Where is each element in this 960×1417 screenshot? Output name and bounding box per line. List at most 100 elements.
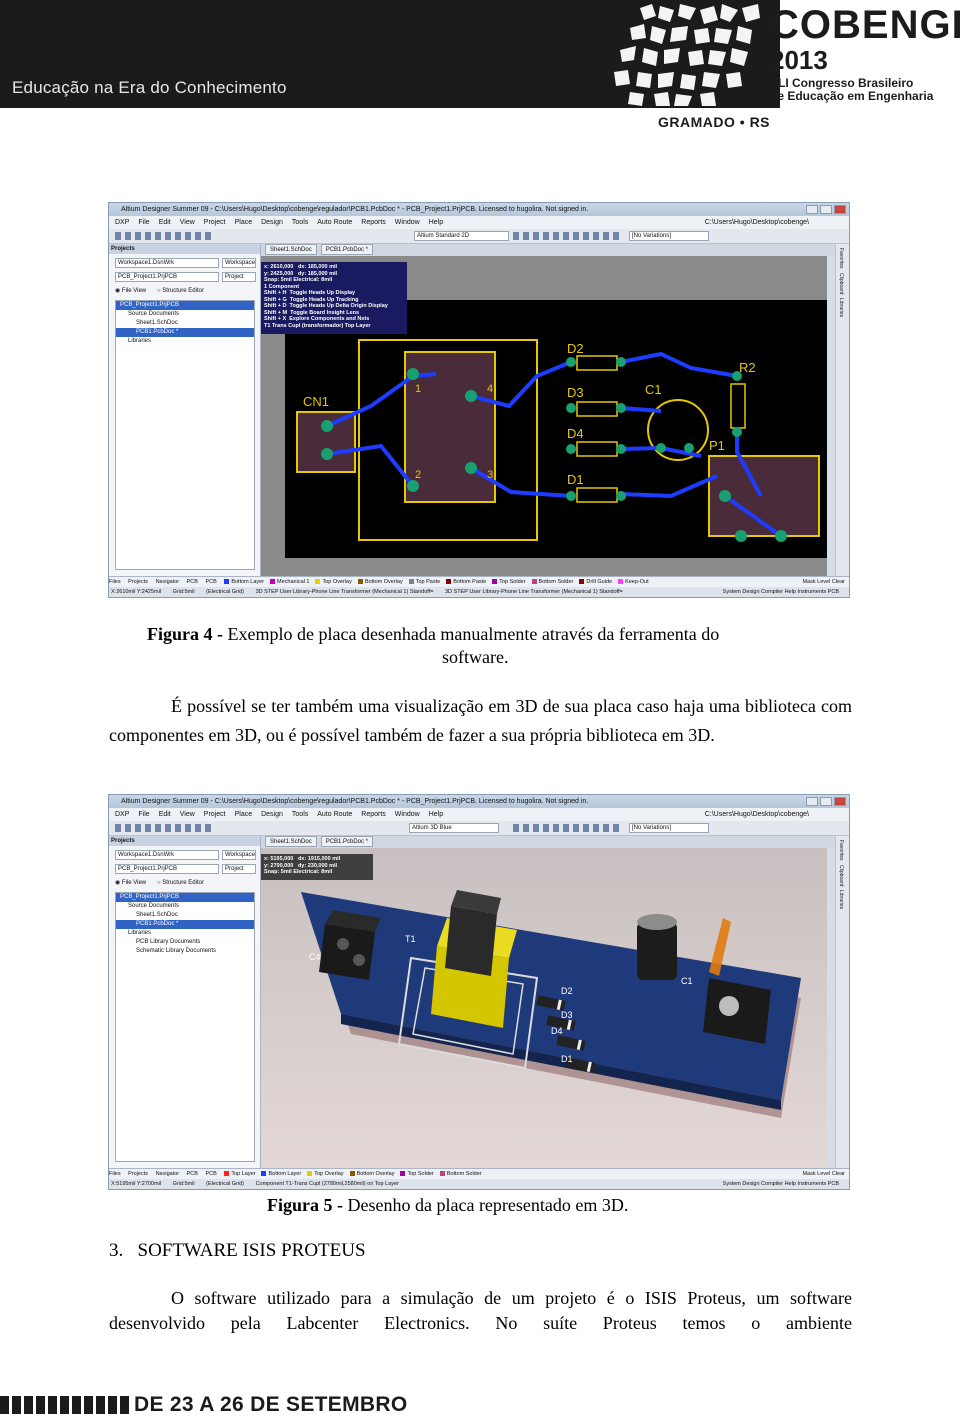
panel-tab-pcb-2[interactable]: PCB bbox=[205, 577, 216, 587]
menu-project[interactable]: Project bbox=[204, 216, 226, 229]
tree-item-source-documents[interactable]: Source Documents bbox=[116, 310, 254, 319]
minimize-button-3d[interactable] bbox=[806, 797, 818, 806]
view-config-combo[interactable]: Altium Standard 2D bbox=[414, 231, 509, 241]
project-button[interactable]: Project bbox=[222, 272, 256, 282]
project-button-3d[interactable]: Project bbox=[222, 864, 256, 874]
pcb-3d-canvas[interactable]: T1 C4 D2 D3 D4 D1 C1 x: 5195,000 dx: 191… bbox=[261, 848, 827, 1168]
close-button[interactable] bbox=[834, 205, 846, 214]
menu-window-3d[interactable]: Window bbox=[395, 808, 420, 821]
menu-view-3d[interactable]: View bbox=[180, 808, 195, 821]
tree-item-sheet1[interactable]: Sheet1.SchDoc bbox=[116, 319, 254, 328]
panel-tab-pcb-2-3d[interactable]: PCB bbox=[205, 1169, 216, 1179]
tree-item-sheet1-3d[interactable]: Sheet1.SchDoc bbox=[116, 911, 254, 920]
menu-auto-route[interactable]: Auto Route bbox=[317, 216, 352, 229]
tree-item-libraries-3d[interactable]: Libraries bbox=[116, 929, 254, 938]
menu-place-3d[interactable]: Place bbox=[235, 808, 253, 821]
tree-item-schematic-library-documents[interactable]: Schematic Library Documents bbox=[116, 947, 254, 956]
variations-combo-3d[interactable]: [No Variations] bbox=[629, 823, 709, 833]
workspace-button[interactable]: Workspace bbox=[222, 258, 256, 268]
maximize-button[interactable] bbox=[820, 205, 832, 214]
menu-reports[interactable]: Reports bbox=[361, 216, 386, 229]
path-field[interactable]: C:\Users\Hugo\Desktop\cobenge\ bbox=[705, 216, 809, 229]
tree-item-pcb1-3d[interactable]: PCB1.PcbDoc * bbox=[116, 920, 254, 929]
tree-item-pcb1[interactable]: PCB1.PcbDoc * bbox=[116, 328, 254, 337]
menu-project-3d[interactable]: Project bbox=[204, 808, 226, 821]
layer-tab-8[interactable]: Drill Guide bbox=[579, 577, 612, 587]
tree-item-libraries[interactable]: Libraries bbox=[116, 337, 254, 346]
status-panels-3d[interactable]: System Design Compiler Help Instruments … bbox=[723, 1179, 839, 1189]
layer-tab-3[interactable]: Bottom Overlay bbox=[357, 577, 403, 587]
mask-level-controls-3d[interactable]: Mask Level Clear bbox=[803, 1169, 846, 1179]
file-view-radio-3d[interactable]: ◉ File View bbox=[115, 878, 146, 889]
panel-tab-projects-3d[interactable]: Projects bbox=[128, 1169, 148, 1179]
layer-tab-5[interactable]: Bottom Paste bbox=[446, 577, 486, 587]
tab-pcb1-3d[interactable]: PCB1.PcbDoc * bbox=[320, 836, 374, 847]
tree-item-project-3d[interactable]: PCB_Project1.PrjPCB bbox=[116, 893, 254, 902]
toolbar-buttons-right-3d[interactable] bbox=[513, 824, 623, 832]
panel-tab-pcb[interactable]: PCB bbox=[187, 577, 198, 587]
layer-tab-0[interactable]: Bottom Layer bbox=[224, 577, 264, 587]
layer-tab-1[interactable]: Mechanical 1 bbox=[270, 577, 309, 587]
pcb-2d-canvas[interactable]: CN1 D2 D3 D4 D1 C1 R2 P1 1 2 3 4 x: 2610… bbox=[261, 256, 827, 576]
panel-tab-projects[interactable]: Projects bbox=[128, 577, 148, 587]
toolbar-buttons-left-3d[interactable] bbox=[115, 824, 215, 832]
menu-auto-route-3d[interactable]: Auto Route bbox=[317, 808, 352, 821]
tree-item-pcb-library-documents[interactable]: PCB Library Documents bbox=[116, 938, 254, 947]
layer-tab-2[interactable]: Top Overlay bbox=[315, 577, 352, 587]
menu-help[interactable]: Help bbox=[429, 216, 443, 229]
menu-design[interactable]: Design bbox=[261, 216, 283, 229]
workspace-combo-3d[interactable]: Workspace1.DsnWrk bbox=[115, 850, 219, 860]
panel-tab-navigator-3d[interactable]: Navigator bbox=[156, 1169, 180, 1179]
panel-tab-files-3d[interactable]: Files bbox=[109, 1169, 121, 1179]
toolbar-buttons-right[interactable] bbox=[513, 232, 623, 240]
layer-3d-tab-3[interactable]: Bottom Overlay bbox=[349, 1169, 394, 1179]
toolbar-buttons-left[interactable] bbox=[115, 232, 215, 240]
tab-pcb1[interactable]: PCB1.PcbDoc * bbox=[320, 244, 374, 255]
rail-favorites-3d[interactable]: Favorites bbox=[838, 840, 844, 861]
layer-tab-7[interactable]: Bottom Solder bbox=[531, 577, 573, 587]
structure-editor-radio[interactable]: ○ Structure Editor bbox=[157, 286, 204, 297]
layer-3d-tab-0[interactable]: Top Layer bbox=[224, 1169, 255, 1179]
menu-dxp-3d[interactable]: DXP bbox=[115, 808, 129, 821]
menu-place[interactable]: Place bbox=[235, 216, 253, 229]
rail-favorites[interactable]: Favorites bbox=[838, 248, 844, 269]
menu-view[interactable]: View bbox=[180, 216, 195, 229]
rail-clipboard-3d[interactable]: Clipboard bbox=[838, 865, 844, 886]
layer-tab-9[interactable]: Keep-Out bbox=[618, 577, 649, 587]
menu-tools-3d[interactable]: Tools bbox=[292, 808, 308, 821]
tree-item-source-documents-3d[interactable]: Source Documents bbox=[116, 902, 254, 911]
menu-tools[interactable]: Tools bbox=[292, 216, 308, 229]
file-view-radio[interactable]: ◉ File View bbox=[115, 286, 146, 297]
variations-combo[interactable]: [No Variations] bbox=[629, 231, 709, 241]
menu-design-3d[interactable]: Design bbox=[261, 808, 283, 821]
structure-editor-radio-3d[interactable]: ○ Structure Editor bbox=[157, 878, 204, 889]
layer-3d-tab-1[interactable]: Bottom Layer bbox=[261, 1169, 301, 1179]
panel-tab-navigator[interactable]: Navigator bbox=[156, 577, 180, 587]
rail-libraries[interactable]: Libraries bbox=[838, 298, 844, 317]
tab-sheet1-3d[interactable]: Sheet1.SchDoc bbox=[265, 836, 317, 847]
tree-item-project[interactable]: PCB_Project1.PrjPCB bbox=[116, 301, 254, 310]
panel-tab-files[interactable]: Files bbox=[109, 577, 121, 587]
workspace-button-3d[interactable]: Workspace bbox=[222, 850, 256, 860]
menu-dxp[interactable]: DXP bbox=[115, 216, 129, 229]
layer-3d-tab-2[interactable]: Top Overlay bbox=[307, 1169, 344, 1179]
menu-file[interactable]: File bbox=[138, 216, 149, 229]
tab-sheet1[interactable]: Sheet1.SchDoc bbox=[265, 244, 317, 255]
layer-3d-tab-5[interactable]: Bottom Solder bbox=[439, 1169, 482, 1179]
menu-reports-3d[interactable]: Reports bbox=[361, 808, 386, 821]
project-field[interactable]: PCB_Project1.PrjPCB bbox=[115, 272, 219, 282]
menu-help-3d[interactable]: Help bbox=[429, 808, 443, 821]
workspace-combo[interactable]: Workspace1.DsnWrk bbox=[115, 258, 219, 268]
status-panels[interactable]: System Design Compiler Help Instruments … bbox=[723, 587, 839, 597]
rail-libraries-3d[interactable]: Libraries bbox=[838, 890, 844, 909]
menu-edit[interactable]: Edit bbox=[159, 216, 171, 229]
mask-level-controls[interactable]: Mask Level Clear bbox=[803, 577, 846, 587]
layer-tab-6[interactable]: Top Solder bbox=[492, 577, 526, 587]
path-field-3d[interactable]: C:\Users\Hugo\Desktop\cobenge\ bbox=[705, 808, 809, 821]
menu-file-3d[interactable]: File bbox=[138, 808, 149, 821]
layer-3d-tab-4[interactable]: Top Solder bbox=[400, 1169, 434, 1179]
maximize-button-3d[interactable] bbox=[820, 797, 832, 806]
project-field-3d[interactable]: PCB_Project1.PrjPCB bbox=[115, 864, 219, 874]
rail-clipboard[interactable]: Clipboard bbox=[838, 273, 844, 294]
minimize-button[interactable] bbox=[806, 205, 818, 214]
